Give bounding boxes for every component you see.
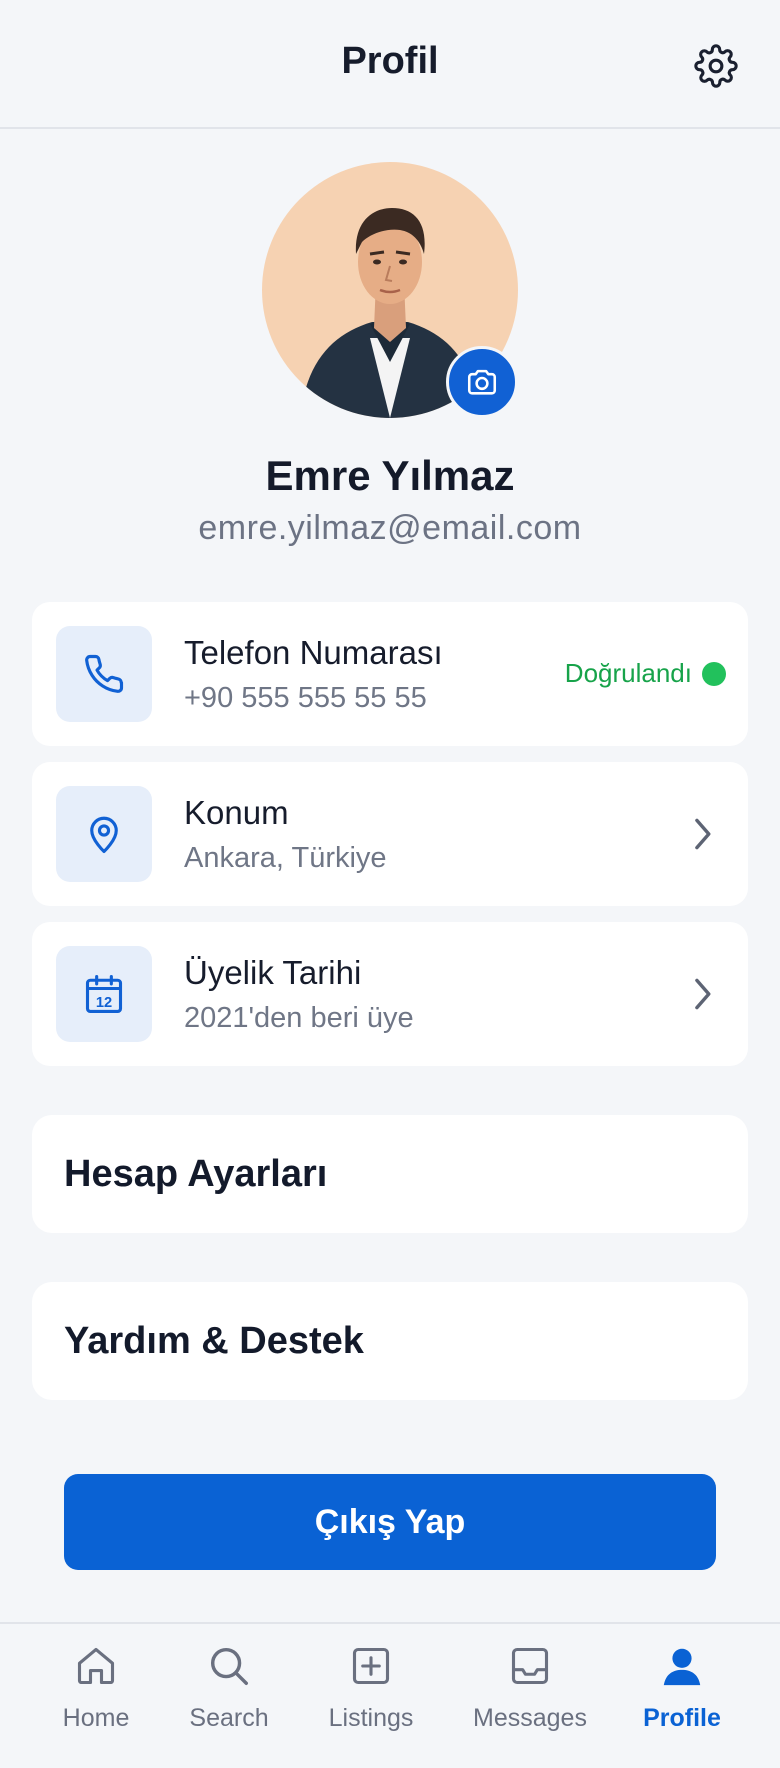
nav-messages[interactable]: Messages: [455, 1642, 605, 1752]
help-support-section[interactable]: Yardım & Destek: [32, 1282, 748, 1400]
phone-card: Telefon Numarası +90 555 555 55 55 Doğru…: [32, 602, 748, 746]
nav-search[interactable]: Search: [154, 1642, 304, 1752]
bottom-nav: Home Search Listings Messages Profile: [0, 1622, 780, 1768]
location-pin-icon: [90, 816, 118, 854]
calendar-icon: 12: [85, 975, 123, 1013]
nav-home-label: Home: [62, 1704, 130, 1732]
location-value: Ankara, Türkiye: [184, 842, 387, 874]
calendar-icon-box: 12: [56, 946, 152, 1042]
verified-badge: Doğrulandı: [565, 658, 726, 689]
location-card[interactable]: Konum Ankara, Türkiye: [32, 762, 748, 906]
user-icon: [663, 1648, 701, 1686]
home-icon: [77, 1647, 115, 1685]
verified-dot-icon: [702, 661, 726, 686]
app-header: Profil: [0, 0, 780, 129]
phone-number: +90 555 555 55 55: [184, 682, 427, 714]
gear-icon: [694, 44, 738, 88]
phone-title: Telefon Numarası: [184, 634, 443, 671]
location-title: Konum: [184, 794, 289, 831]
add-listing-icon: [352, 1647, 390, 1685]
logout-button[interactable]: Çıkış Yap: [64, 1474, 716, 1570]
nav-listings-label: Listings: [328, 1704, 414, 1732]
change-photo-button[interactable]: [446, 346, 518, 418]
settings-button[interactable]: [690, 40, 742, 92]
page-title: Profil: [341, 40, 439, 82]
phone-icon-box: [56, 626, 152, 722]
membership-title: Üyelik Tarihi: [184, 954, 362, 991]
account-settings-section[interactable]: Hesap Ayarları: [32, 1115, 748, 1233]
membership-card[interactable]: 12 Üyelik Tarihi 2021'den beri üye: [32, 922, 748, 1066]
nav-profile[interactable]: Profile: [607, 1642, 757, 1752]
calendar-day: 12: [96, 995, 112, 1011]
inbox-icon: [511, 1647, 549, 1685]
nav-profile-label: Profile: [643, 1704, 721, 1732]
account-settings-title: Hesap Ayarları: [64, 1153, 328, 1195]
chevron-right-icon: [682, 972, 722, 1016]
camera-icon: [467, 369, 497, 395]
nav-search-label: Search: [189, 1704, 269, 1732]
membership-value: 2021'den beri üye: [184, 1002, 414, 1034]
phone-icon: [85, 654, 124, 693]
nav-listings[interactable]: Listings: [296, 1642, 446, 1752]
search-icon: [210, 1647, 248, 1685]
profile-email: emre.yilmaz@email.com: [198, 509, 582, 547]
chevron-right-icon: [682, 812, 722, 856]
help-support-title: Yardım & Destek: [64, 1320, 364, 1362]
location-icon-box: [56, 786, 152, 882]
verified-label: Doğrulandı: [564, 658, 692, 688]
nav-home[interactable]: Home: [21, 1642, 171, 1752]
profile-name: Emre Yılmaz: [265, 452, 515, 499]
nav-messages-label: Messages: [473, 1704, 587, 1732]
